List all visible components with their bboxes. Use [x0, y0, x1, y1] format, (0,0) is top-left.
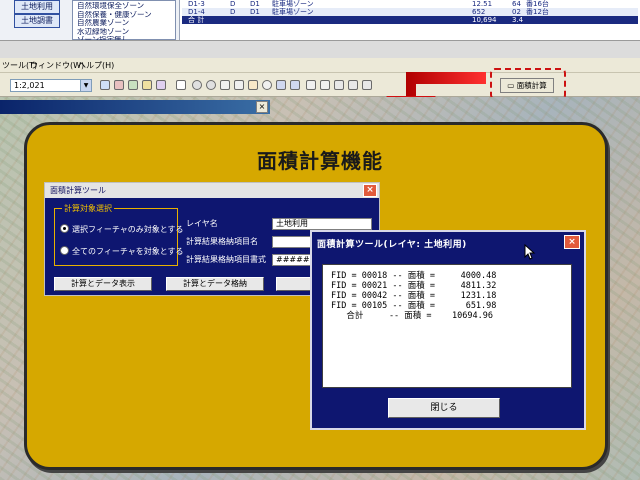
close-button[interactable]: 閉じる — [388, 398, 500, 418]
radio-all-features[interactable] — [60, 246, 69, 255]
mouse-cursor-icon — [524, 244, 536, 260]
menu-item-window[interactable]: ウィンドウ(W) — [30, 60, 84, 71]
radio-all-label: 全てのフィーチャを対象とする — [72, 247, 184, 256]
zone-list-item: 自然農業ゾーン — [77, 19, 130, 27]
select-icon[interactable] — [114, 80, 124, 90]
back-icon[interactable] — [276, 80, 286, 90]
side-button-land-survey[interactable]: 土地調書 — [14, 14, 60, 28]
dialog-title: 面積計算ツール — [45, 183, 379, 198]
table-row-total[interactable]: 合 計 10,694 3.4 — [182, 16, 638, 24]
pointer-icon[interactable] — [100, 80, 110, 90]
format-label: 計算結果格納項目書式 — [186, 255, 266, 264]
group-label: 計算対象選択 — [62, 203, 114, 214]
calc-and-show-button[interactable]: 計算とデータ表示 — [54, 277, 152, 291]
item-name-field[interactable] — [272, 236, 312, 248]
select-arrow-icon[interactable] — [334, 80, 344, 90]
target-selection-group — [54, 208, 178, 266]
pan-icon[interactable] — [248, 80, 258, 90]
help-icon[interactable] — [176, 80, 186, 90]
close-icon[interactable]: × — [363, 184, 377, 197]
forward-icon[interactable] — [290, 80, 300, 90]
zoom-layer-icon[interactable] — [234, 80, 244, 90]
scale-combobox[interactable]: 1:2,021 ▼ — [10, 79, 92, 92]
chevron-down-icon[interactable]: ▼ — [80, 80, 91, 91]
table-row[interactable]: D1-3 D D1 駐車場ゾーン 12.51 64 番16台 — [182, 0, 638, 8]
panel-title: 面積計算機能 — [257, 149, 383, 173]
refresh-icon[interactable] — [262, 80, 272, 90]
item-name-label: 計算結果格納項目名 — [186, 237, 258, 246]
layer-name-field[interactable]: 土地利用 — [272, 218, 372, 230]
result-dialog-title: 面積計算ツール(レイヤ: 土地利用) — [317, 240, 467, 250]
draw-icon[interactable] — [128, 80, 138, 90]
close-icon[interactable]: × — [564, 235, 580, 249]
zone-list-item: 自然環境保全ゾーン — [77, 2, 145, 10]
table-row[interactable]: D1-4 D D1 駐車場ゾーン 652 02 番12台 — [182, 8, 638, 16]
background-gray-band — [0, 40, 640, 58]
side-button-land-use[interactable]: 土地利用 — [14, 0, 60, 14]
attribute-table: D1-3 D D1 駐車場ゾーン 12.51 64 番16台 D1-4 D D1… — [182, 0, 638, 40]
format-field[interactable]: #####0.00 — [272, 254, 312, 266]
layer-name-label: レイヤ名 — [186, 219, 218, 228]
calc-and-store-button[interactable]: 計算とデータ格納 — [166, 277, 264, 291]
info-icon[interactable] — [156, 80, 166, 90]
radio-selected-label: 選択フィーチャのみ対象とする — [72, 225, 184, 234]
result-text-area[interactable]: FID = 00018 -- 面積 = 4000.48 FID = 00021 … — [322, 264, 572, 388]
print-icon[interactable] — [362, 80, 372, 90]
measure-icon[interactable] — [320, 80, 330, 90]
identify-icon[interactable] — [306, 80, 316, 90]
zone-list-item: 自然保養・健康ゾーン — [77, 10, 152, 19]
scale-value: 1:2,021 — [14, 81, 45, 90]
result-line-total: 合計 -- 面積 = 10694.96 — [331, 311, 493, 321]
highlight-dashed-box — [490, 68, 566, 100]
radio-selected-features[interactable] — [60, 224, 69, 233]
binoculars-icon[interactable] — [348, 80, 358, 90]
edit-icon[interactable] — [142, 80, 152, 90]
close-icon[interactable]: × — [256, 101, 268, 113]
menu-item-help[interactable]: ヘルプ(H) — [78, 60, 114, 71]
background-window-titlebar — [0, 100, 270, 114]
zone-list: 自然環境保全ゾーン 自然保養・健康ゾーン 自然農業ゾーン 水辺緑地ゾーン ゾーン… — [72, 0, 176, 44]
zone-list-item: 水辺緑地ゾーン — [77, 27, 130, 36]
zoom-full-icon[interactable] — [220, 80, 230, 90]
zoom-out-icon[interactable] — [206, 80, 216, 90]
zoom-in-icon[interactable] — [192, 80, 202, 90]
